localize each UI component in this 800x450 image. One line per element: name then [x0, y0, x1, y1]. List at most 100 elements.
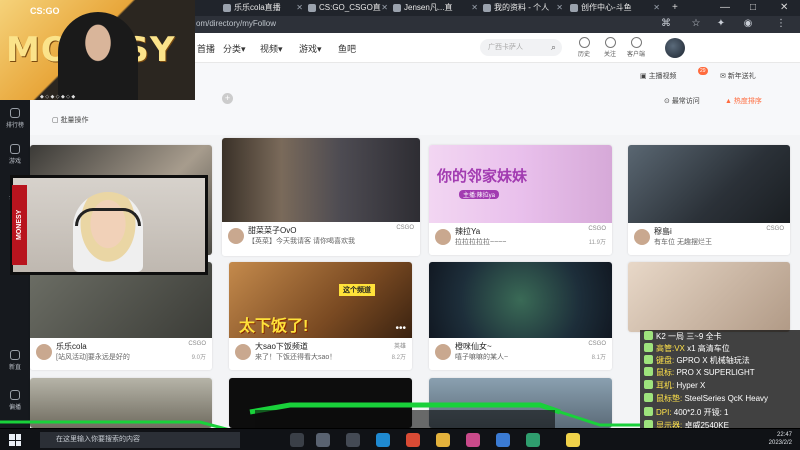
stream-card[interactable]: 你的邻家妹妹 主播:辣拉ya 辣拉Ya CSGO 拉拉拉拉拉~~~~ 11.9万 — [429, 145, 612, 255]
recent-sort-button[interactable]: ⊙ 最常访问 — [664, 96, 700, 106]
browser-tab[interactable]: 创作中心-斗鱼 ✕ — [567, 1, 662, 15]
follow-button[interactable]: 关注 — [598, 37, 622, 58]
streamer-name[interactable]: 大sao下饭频道 — [255, 341, 308, 352]
clock-app-icon[interactable] — [346, 433, 360, 447]
stream-thumbnail[interactable] — [628, 145, 790, 223]
spec-value: Hyper X — [676, 381, 706, 390]
streamer-name[interactable]: 辣拉Ya — [455, 226, 480, 237]
nav-home[interactable]: 首播 — [197, 42, 215, 55]
spec-value: PRO X SUPERLIGHT — [676, 368, 755, 377]
tab-label: 我的资料 - 个人 — [494, 3, 550, 12]
browser-tab[interactable]: CS:GO_CSGO直 ✕ — [305, 1, 390, 15]
client-button[interactable]: 客户端 — [624, 37, 648, 58]
stream-title: 来了！下饭还得看大sao！ — [255, 354, 337, 361]
minimize-button[interactable]: — — [720, 0, 730, 16]
rail-item-games[interactable]: 游戏 — [0, 144, 30, 165]
browser-tab[interactable]: 乐乐cola直播 ✕ — [220, 1, 305, 15]
app-icon[interactable] — [466, 433, 480, 447]
streamer-name[interactable]: 乐乐cola — [56, 341, 87, 352]
avatar[interactable] — [665, 38, 685, 58]
streamer-name[interactable]: 甜菜菜子OvO — [248, 225, 296, 236]
search-icon[interactable]: ⌕ — [551, 39, 556, 56]
spec-icon — [644, 355, 653, 364]
nav-video[interactable]: 视频▾ — [260, 42, 283, 55]
streamer-name[interactable]: 穆島i — [654, 226, 672, 237]
avatar[interactable] — [235, 344, 251, 360]
stream-thumbnail[interactable]: 这个频道 太下饭了! ••• — [229, 262, 412, 338]
browser-tab[interactable]: Jensen凡...直 ✕ — [390, 1, 480, 15]
stream-card[interactable] — [628, 262, 790, 332]
recent-label: 最常访问 — [671, 98, 700, 105]
tab-close-icon[interactable]: ✕ — [556, 1, 563, 15]
stream-title: 有车位 无趣摆烂王 — [654, 239, 712, 246]
edge-icon[interactable] — [376, 433, 390, 447]
history-label: 历史 — [577, 52, 590, 58]
viewer-count: 8.2万 — [391, 355, 406, 361]
windows-start-icon[interactable] — [9, 434, 21, 446]
spec-icon — [644, 380, 653, 389]
spec-value: x1 高清车位 — [687, 344, 730, 353]
stream-card[interactable]: 乐乐cola CSGO [站风活动]要永远是好的 9.0万 — [30, 262, 212, 370]
streamer-name[interactable]: 橙咪仙女~ — [455, 341, 492, 352]
streamer-webcam-overlay: CS:GO MONESY ◆ ◇ ◆ ◇ ◆ ◇ ◆ — [0, 0, 195, 100]
browser-tab[interactable]: 我的资料 - 个人 ✕ — [480, 1, 565, 15]
star-icon[interactable]: ☆ — [690, 18, 702, 30]
stream-card[interactable]: 橙咪仙女~ CSGO 嘻子嘛嘛的某人~ 8.1万 — [429, 262, 612, 370]
url-text[interactable]: om/directory/myFollow — [196, 19, 276, 28]
nav-games[interactable]: 游戏▾ — [299, 42, 322, 55]
tab-close-icon[interactable]: ✕ — [471, 1, 478, 15]
hot-sort-button[interactable]: ▲ 热度排序 — [725, 96, 762, 106]
close-button[interactable]: ✕ — [780, 0, 788, 16]
taskview-icon[interactable] — [290, 433, 304, 447]
avatar[interactable] — [435, 344, 451, 360]
rail-item-live[interactable]: 新直 — [0, 350, 30, 371]
stream-info: 穆島i CSGO 有车位 无趣摆烂王 — [628, 223, 790, 255]
banana-icon[interactable] — [566, 433, 580, 447]
folder-icon[interactable] — [436, 433, 450, 447]
tab-close-icon[interactable]: ✕ — [381, 1, 388, 15]
hud-line-right — [559, 410, 640, 427]
app-icon[interactable] — [496, 433, 510, 447]
host-video-button[interactable]: ▣ 主播视频 — [640, 71, 677, 81]
stream-thumbnail[interactable]: 你的邻家妹妹 主播:辣拉ya — [429, 145, 612, 223]
new-year-gift-button[interactable]: ✉ 新年送礼 — [720, 71, 756, 81]
stream-card[interactable]: 穆島i CSGO 有车位 无趣摆烂王 — [628, 145, 790, 255]
extensions-icon[interactable]: ✦ — [715, 18, 727, 30]
headset-icon — [75, 208, 141, 226]
stream-thumbnail[interactable] — [222, 138, 420, 222]
stream-card[interactable]: 甜菜菜子OvO CSGO 【英菜】今天我请客 请你喝喜欢我 — [222, 138, 420, 256]
more-icon[interactable]: ••• — [395, 323, 406, 334]
nav-fishbar[interactable]: 鱼吧 — [338, 42, 356, 55]
tab-close-icon[interactable]: ✕ — [296, 1, 303, 15]
tab-favicon-icon — [570, 4, 578, 12]
translate-icon[interactable]: ⌘ — [660, 18, 672, 30]
taskbar-clock[interactable]: 22:47 2023/2/2 — [769, 431, 792, 447]
stream-thumbnail[interactable] — [429, 262, 612, 338]
add-filter-icon[interactable]: + — [222, 93, 233, 104]
address-bar[interactable]: om/directory/myFollow ⌘ ☆ ✦ ◉ ⋮ — [190, 16, 800, 33]
taskbar-search-input[interactable]: 在这里输入你要搜索的内容 — [40, 432, 240, 448]
profile-icon[interactable]: ◉ — [742, 18, 754, 30]
chrome-icon[interactable] — [406, 433, 420, 447]
maximize-button[interactable]: □ — [750, 0, 756, 16]
avatar[interactable] — [435, 229, 451, 245]
nav-category[interactable]: 分类▾ — [223, 42, 246, 55]
rail-item-rank[interactable]: 排行榜 — [0, 108, 30, 129]
menu-icon[interactable]: ⋮ — [775, 18, 787, 30]
search-input[interactable]: 广西卡萨人 ⌕ — [480, 39, 562, 56]
app-icon[interactable] — [526, 433, 540, 447]
tab-label: 创作中心-斗鱼 — [581, 3, 632, 12]
spec-line: K2 一局 三~9 全卡 — [644, 331, 722, 342]
stream-card[interactable]: 这个频道 太下饭了! ••• 大sao下饭频道 英雄 来了！下饭还得看大sao！… — [229, 262, 412, 370]
tab-close-icon[interactable]: ✕ — [653, 1, 660, 15]
spec-line: 高管:VX x1 高清车位 — [644, 343, 730, 354]
calculator-icon[interactable] — [316, 433, 330, 447]
avatar[interactable] — [228, 228, 244, 244]
avatar[interactable] — [634, 229, 650, 245]
new-tab-button[interactable]: + — [672, 0, 678, 16]
stream-thumbnail[interactable] — [628, 262, 790, 332]
batch-operation-button[interactable]: ▢ 批量操作 — [52, 115, 89, 125]
avatar[interactable] — [36, 344, 52, 360]
host-video-badge: 29 — [698, 67, 708, 75]
history-button[interactable]: 历史 — [572, 37, 596, 58]
